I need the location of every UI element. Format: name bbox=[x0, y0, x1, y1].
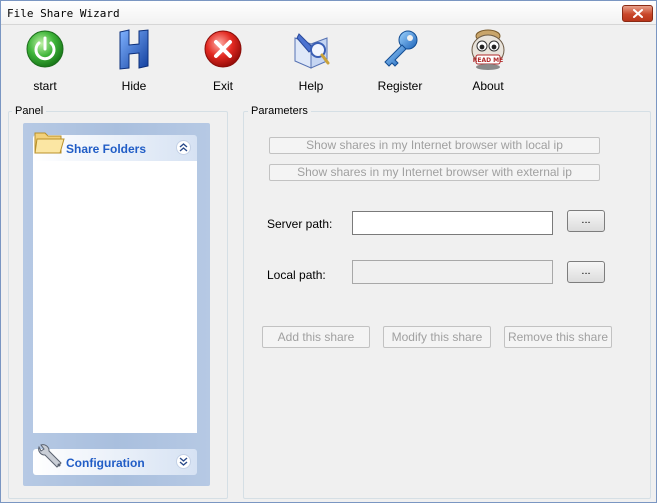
remove-share-button[interactable]: Remove this share bbox=[504, 326, 612, 348]
help-book-icon bbox=[294, 33, 330, 69]
wrench-icon bbox=[38, 444, 62, 468]
register-button[interactable]: Register bbox=[368, 26, 432, 96]
toolbar: start Hide Exit Help Register READ ME Ab… bbox=[1, 26, 656, 98]
panel-group-label: Panel bbox=[12, 105, 47, 117]
share-folders-label: Share Folders bbox=[66, 142, 147, 156]
parameters-group-label: Parameters bbox=[248, 105, 311, 117]
chevron-down-icon[interactable] bbox=[176, 454, 191, 469]
help-button[interactable]: Help bbox=[279, 26, 343, 96]
server-path-label: Server path: bbox=[267, 217, 333, 231]
close-icon bbox=[633, 9, 643, 18]
exit-x-icon bbox=[204, 30, 242, 68]
share-folders-header[interactable]: Share Folders bbox=[33, 132, 197, 161]
chevron-up-icon[interactable] bbox=[176, 140, 191, 155]
exit-label: Exit bbox=[212, 79, 233, 93]
start-label: start bbox=[33, 79, 57, 93]
hide-button[interactable]: Hide bbox=[102, 26, 166, 96]
show-local-ip-button[interactable]: Show shares in my Internet browser with … bbox=[269, 137, 600, 154]
help-label: Help bbox=[298, 79, 324, 93]
register-label: Register bbox=[377, 79, 423, 93]
key-icon bbox=[384, 30, 418, 67]
hide-label: Hide bbox=[121, 79, 147, 93]
add-share-button[interactable]: Add this share bbox=[262, 326, 370, 348]
power-icon bbox=[26, 30, 64, 68]
title-bar: File Share Wizard bbox=[1, 1, 656, 25]
app-window: File Share Wizard start Hide Exit Help R… bbox=[0, 0, 657, 503]
server-path-browse-button[interactable]: ... bbox=[567, 210, 605, 232]
exit-button[interactable]: Exit bbox=[191, 26, 255, 96]
share-folders-list[interactable] bbox=[33, 161, 197, 433]
server-path-input[interactable] bbox=[352, 211, 553, 235]
about-badge-text: READ ME bbox=[473, 57, 504, 64]
close-button[interactable] bbox=[622, 5, 653, 22]
modify-share-button[interactable]: Modify this share bbox=[383, 326, 491, 348]
local-path-input[interactable] bbox=[352, 260, 553, 284]
configuration-header[interactable]: Configuration bbox=[33, 444, 197, 475]
window-title: File Share Wizard bbox=[7, 7, 120, 20]
about-button[interactable]: READ ME About bbox=[456, 26, 520, 96]
hide-h-icon bbox=[119, 29, 149, 70]
show-external-ip-button[interactable]: Show shares in my Internet browser with … bbox=[269, 164, 600, 181]
configuration-label: Configuration bbox=[66, 456, 145, 470]
folder-icon bbox=[34, 132, 65, 154]
start-button[interactable]: start bbox=[13, 26, 77, 96]
about-mascot-icon: READ ME bbox=[471, 29, 505, 70]
about-label: About bbox=[472, 79, 504, 93]
local-path-label: Local path: bbox=[267, 268, 326, 282]
local-path-browse-button[interactable]: ... bbox=[567, 261, 605, 283]
